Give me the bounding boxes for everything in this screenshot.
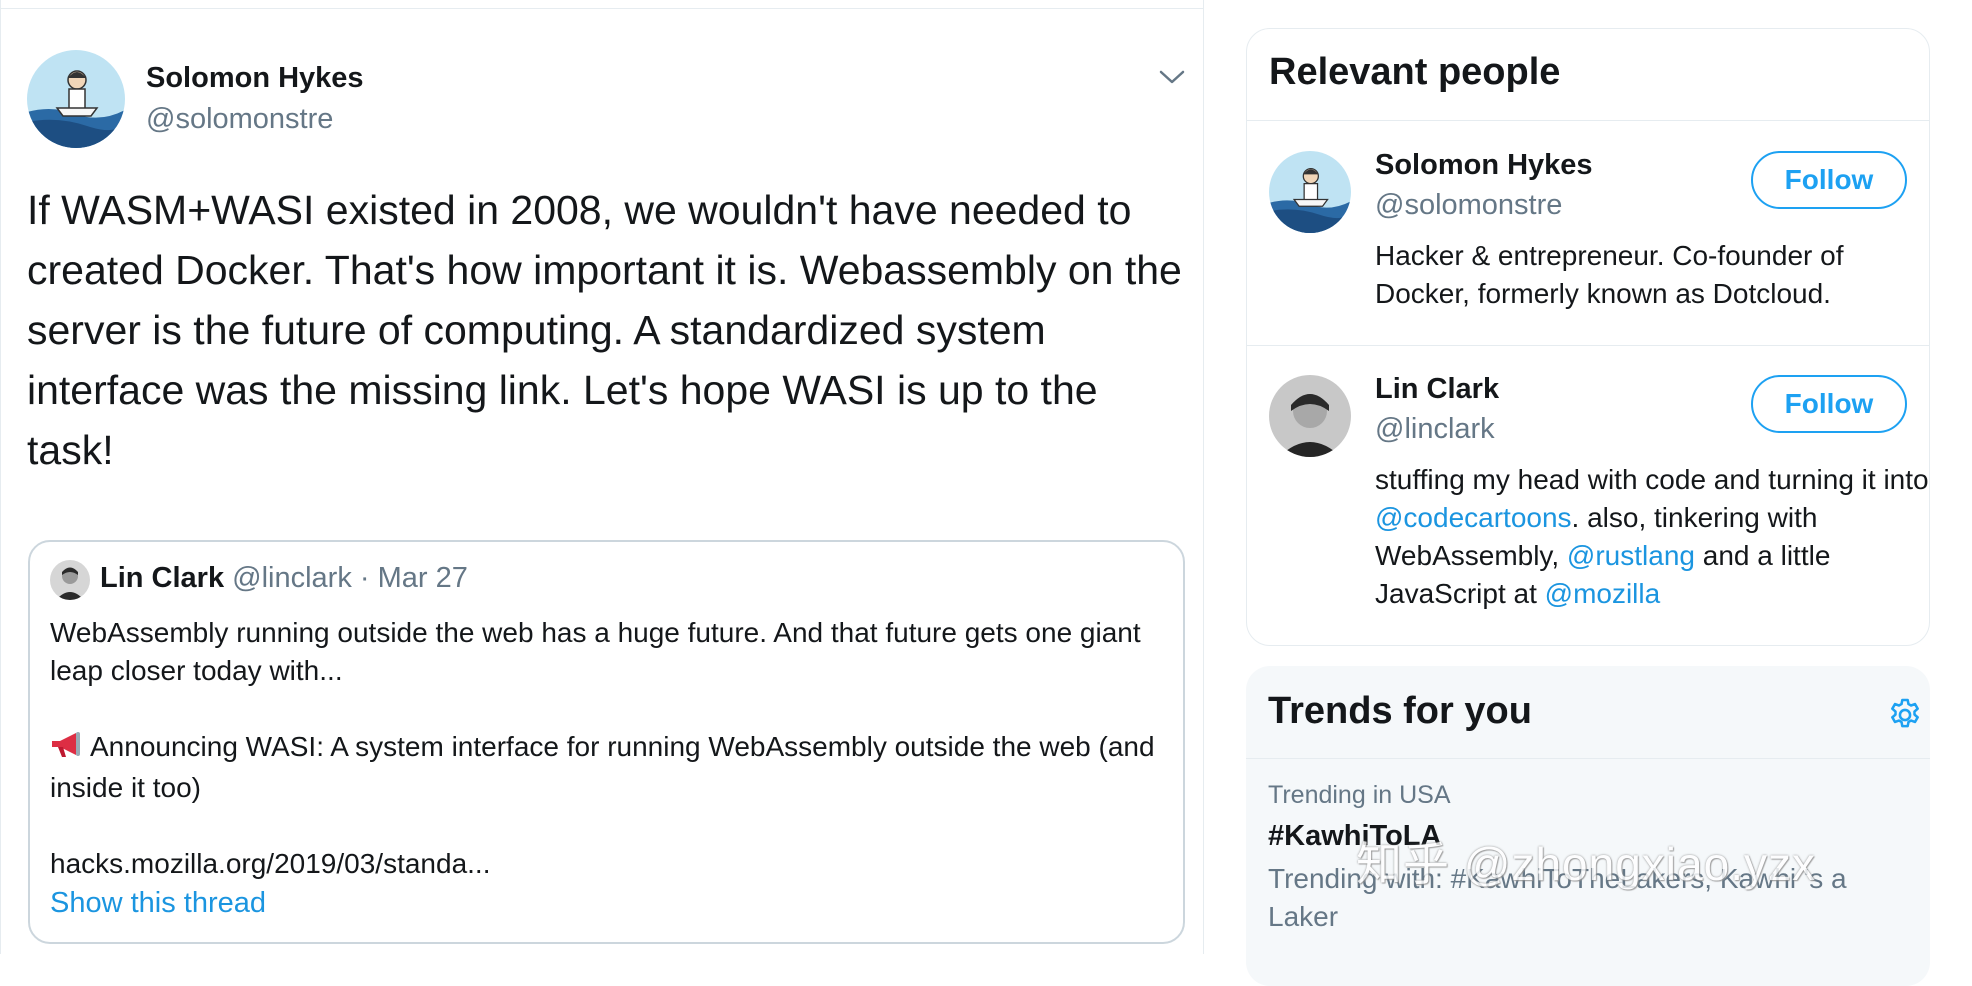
- quoted-line-2: Announcing WASI: A system interface for …: [50, 731, 1155, 803]
- megaphone-icon: [50, 731, 82, 769]
- quoted-author-name[interactable]: Lin Clark: [100, 562, 224, 594]
- panel-title: Trends for you: [1268, 690, 1532, 732]
- quoted-line-1: WebAssembly running outside the web has …: [50, 617, 1141, 686]
- quoted-line-3: hacks.mozilla.org/2019/03/standa...: [50, 848, 491, 879]
- bio-link-codecartoons[interactable]: @codecartoons: [1375, 502, 1572, 533]
- follow-button-solomon[interactable]: Follow: [1751, 151, 1907, 209]
- quoted-author-avatar: [50, 560, 90, 600]
- trend-context: Trending in USA: [1268, 781, 1451, 809]
- bio-link-rustlang[interactable]: @rustlang: [1567, 540, 1695, 571]
- person-avatar-lin[interactable]: [1269, 375, 1351, 457]
- panel-title: Relevant people: [1269, 51, 1561, 93]
- relevant-people-panel: Relevant people Solomon Hykes @solomonst…: [1246, 28, 1930, 646]
- trend-name[interactable]: #KawhiToLA: [1268, 820, 1441, 853]
- quoted-tweet-card[interactable]: Lin Clark @linclark · Mar 27 WebAssembly…: [28, 540, 1185, 944]
- trends-panel: Trends for you Trending in USA #KawhiToL…: [1246, 666, 1930, 986]
- divider: [1246, 758, 1930, 759]
- gear-icon[interactable]: [1886, 696, 1924, 734]
- chevron-down-icon[interactable]: [1157, 64, 1187, 90]
- author-handle[interactable]: @solomonstre: [146, 103, 333, 136]
- quoted-header: Lin Clark @linclark · Mar 27: [100, 562, 468, 595]
- person-avatar-solomon[interactable]: [1269, 151, 1351, 233]
- tweet-column: Solomon Hykes @solomonstre If WASM+WASI …: [0, 0, 1204, 954]
- person-name[interactable]: Lin Clark: [1375, 373, 1499, 406]
- trend-description: Trending with: #KawhiToTheLakers, Kawhi …: [1268, 863, 1847, 932]
- divider: [1247, 345, 1929, 346]
- person-handle[interactable]: @linclark: [1375, 413, 1495, 446]
- person-handle[interactable]: @solomonstre: [1375, 189, 1562, 222]
- divider: [1247, 120, 1929, 121]
- quoted-author-meta: @linclark · Mar 27: [232, 562, 468, 594]
- person-name[interactable]: Solomon Hykes: [1375, 149, 1593, 182]
- author-name[interactable]: Solomon Hykes: [146, 62, 364, 95]
- follow-button-lin[interactable]: Follow: [1751, 375, 1907, 433]
- bio-link-mozilla[interactable]: @mozilla: [1545, 578, 1661, 609]
- author-avatar[interactable]: [27, 50, 125, 148]
- show-thread-link[interactable]: Show this thread: [50, 887, 266, 920]
- tweet-text: If WASM+WASI existed in 2008, we wouldn'…: [27, 187, 1182, 473]
- quoted-line-2-wrap: Announcing WASI: A system interface for …: [50, 728, 1160, 807]
- person-bio: stuffing my head with code and turning i…: [1375, 461, 1929, 613]
- top-divider: [1, 8, 1203, 9]
- quoted-text: WebAssembly running outside the web has …: [50, 614, 1160, 883]
- bio-text: stuffing my head with code and turning i…: [1375, 464, 1929, 495]
- person-bio: Hacker & entrepreneur. Co-founder of Doc…: [1375, 240, 1844, 309]
